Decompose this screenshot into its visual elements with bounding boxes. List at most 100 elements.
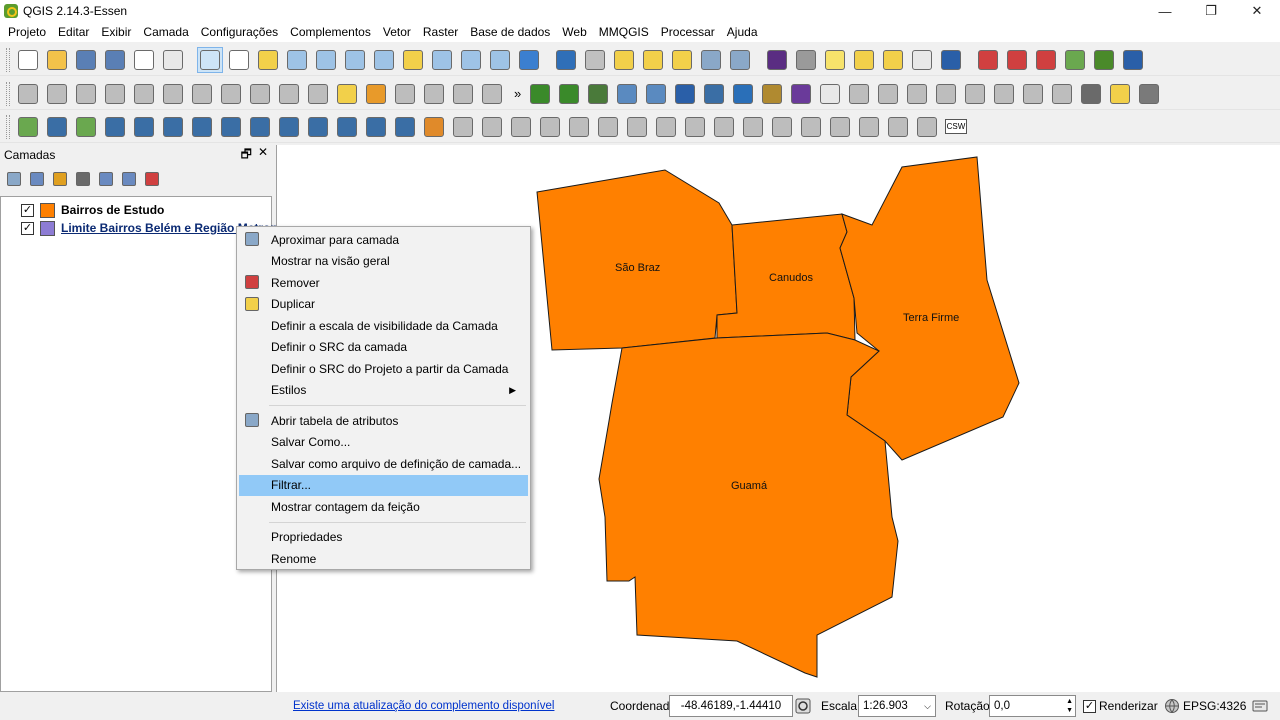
add-feature-icon[interactable] — [102, 81, 128, 107]
pan-to-selection-icon[interactable] — [255, 47, 281, 73]
split-features-icon[interactable] — [798, 114, 824, 140]
select-by-expression-icon[interactable] — [640, 47, 666, 73]
restore-button[interactable]: ❐ — [1188, 0, 1234, 22]
undock-panel-icon[interactable]: 🗗 — [241, 145, 252, 166]
minimize-button[interactable]: — — [1142, 0, 1188, 22]
expand-all-icon[interactable] — [96, 169, 116, 189]
node-tool-icon[interactable] — [1004, 47, 1030, 73]
georeference-icon[interactable] — [1062, 47, 1088, 73]
spin-arrows-icon[interactable]: ▲ ▼ — [1066, 697, 1073, 715]
add-spatialite-icon[interactable] — [614, 81, 640, 107]
menu-configura-es[interactable]: Configurações — [195, 22, 284, 42]
add-point-icon[interactable] — [975, 47, 1001, 73]
redo-icon[interactable] — [508, 114, 534, 140]
menu-processar[interactable]: Processar — [655, 22, 721, 42]
render-checkbox[interactable]: ✓ — [1083, 700, 1096, 713]
digitize-gray-8-icon[interactable] — [1049, 81, 1075, 107]
undo-icon[interactable] — [479, 114, 505, 140]
label-rotate-icon[interactable] — [479, 81, 505, 107]
new-memory-layer-icon[interactable] — [363, 114, 389, 140]
pan-hand-icon[interactable] — [226, 47, 252, 73]
context-menu-item-abrir-tabela-de-atributos[interactable]: Abrir tabela de atributos — [239, 410, 528, 431]
label-abc-icon[interactable] — [334, 81, 360, 107]
virtual-layer-icon[interactable] — [334, 114, 360, 140]
coordinate-field[interactable]: -48.46189,-1.44410 — [669, 695, 793, 717]
context-menu-item-mostrar-contagem-da-fei-o[interactable]: Mostrar contagem da feição — [239, 496, 528, 517]
menu-vetor[interactable]: Vetor — [377, 22, 417, 42]
menu-mmqgis[interactable]: MMQGIS — [593, 22, 655, 42]
reshape-icon[interactable] — [740, 114, 766, 140]
light-icon[interactable] — [1107, 81, 1133, 107]
add-ring-icon[interactable] — [595, 114, 621, 140]
add-delimited-text-icon[interactable] — [102, 114, 128, 140]
filter-legend-icon[interactable] — [50, 169, 70, 189]
pan-touch-icon[interactable] — [197, 46, 223, 73]
crs-globe-icon[interactable] — [1164, 698, 1180, 714]
manage-visibility-icon[interactable] — [27, 169, 47, 189]
new-shapefile-icon[interactable] — [15, 114, 41, 140]
context-menu-item-remover[interactable]: Remover — [239, 272, 528, 293]
offset-curve-icon[interactable] — [769, 114, 795, 140]
coordinate-capture-icon[interactable] — [788, 81, 814, 107]
delete-ring-icon[interactable] — [682, 114, 708, 140]
toolbar-grip-handle[interactable] — [6, 81, 10, 106]
add-vector-icon[interactable] — [73, 114, 99, 140]
advanced-digitize-icon[interactable] — [450, 114, 476, 140]
rotation-spinbox[interactable]: 0,0 ▲ ▼ — [989, 695, 1076, 717]
layer-symbol-swatch[interactable] — [40, 220, 55, 236]
delete-part-icon[interactable] — [711, 114, 737, 140]
csw-icon[interactable]: CSW — [943, 114, 969, 140]
toolbar-grip-handle[interactable] — [6, 47, 10, 72]
polygon-sao-braz[interactable] — [536, 169, 738, 351]
attribute-table-icon[interactable] — [698, 47, 724, 73]
text-annotation-icon[interactable] — [909, 47, 935, 73]
add-group-icon[interactable] — [4, 169, 24, 189]
merge-attributes-icon[interactable] — [885, 114, 911, 140]
paste-features-icon[interactable] — [276, 81, 302, 107]
digitize-gray-1-icon[interactable] — [846, 81, 872, 107]
add-wfs-icon[interactable] — [556, 81, 582, 107]
identify-icon[interactable] — [553, 47, 579, 73]
move-feature-icon[interactable] — [160, 81, 186, 107]
composer-manager-icon[interactable] — [160, 47, 186, 73]
map-swipe-icon[interactable] — [1120, 47, 1146, 73]
select-features-icon[interactable] — [611, 47, 637, 73]
save-layer-edits-icon[interactable] — [73, 81, 99, 107]
toggle-extents-icon[interactable] — [795, 698, 811, 714]
context-menu-item-salvar-como-arquivo-de-defini-o-de-camada[interactable]: Salvar como arquivo de definição de cama… — [239, 453, 528, 474]
zoom-next-icon[interactable] — [487, 47, 513, 73]
menu-web[interactable]: Web — [556, 22, 592, 42]
context-menu-item-mostrar-na-vis-o-geral[interactable]: Mostrar na visão geral — [239, 251, 528, 272]
copy-features-icon[interactable] — [247, 81, 273, 107]
close-button[interactable]: ✕ — [1234, 0, 1280, 22]
ac-icon[interactable] — [730, 81, 756, 107]
layer-name[interactable]: Bairros de Estudo — [61, 203, 164, 217]
open-project-icon[interactable] — [44, 47, 70, 73]
xy-to-point-icon[interactable] — [817, 81, 843, 107]
delete-selected-icon[interactable] — [189, 81, 215, 107]
merge-features-icon[interactable] — [856, 114, 882, 140]
scale-combobox[interactable]: 1:26.903 ⌵ — [858, 695, 936, 717]
digitize-gray-7-icon[interactable] — [1020, 81, 1046, 107]
crs-label[interactable]: EPSG:4326 — [1183, 699, 1246, 713]
zoom-full-icon[interactable] — [371, 47, 397, 73]
context-menu-item-renome[interactable]: Renome — [239, 548, 528, 569]
node-tool-gray-icon[interactable] — [131, 81, 157, 107]
refresh-icon[interactable] — [516, 47, 542, 73]
menu-editar[interactable]: Editar — [52, 22, 95, 42]
rendering-icon[interactable] — [1136, 81, 1162, 107]
menu-base-de-dados[interactable]: Base de dados — [464, 22, 556, 42]
label-highlight-icon[interactable] — [363, 81, 389, 107]
menu-exibir[interactable]: Exibir — [95, 22, 137, 42]
collapse-all-icon[interactable] — [119, 169, 139, 189]
add-part-icon[interactable] — [624, 114, 650, 140]
layer-row[interactable]: ✓ Bairros de Estudo — [21, 201, 164, 219]
deselect-all-icon[interactable] — [669, 47, 695, 73]
toolbar-grip-handle[interactable] — [6, 114, 10, 139]
zoom-in-icon[interactable] — [284, 47, 310, 73]
db-manager-icon[interactable] — [672, 81, 698, 107]
menu-complementos[interactable]: Complementos — [284, 22, 377, 42]
zoom-actual-icon[interactable] — [342, 47, 368, 73]
label-pin-icon[interactable] — [305, 81, 331, 107]
add-raster-icon[interactable] — [44, 114, 70, 140]
